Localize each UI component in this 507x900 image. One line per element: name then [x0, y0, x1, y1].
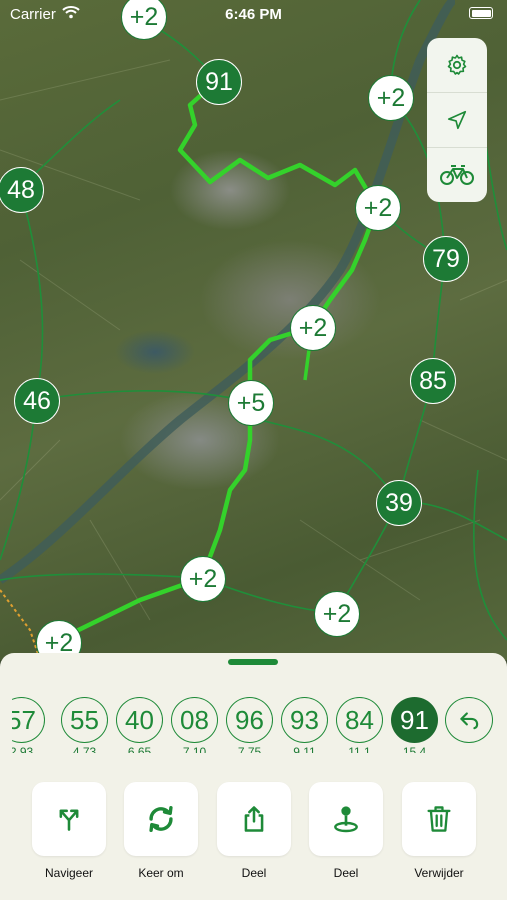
route-node-distance: 11.1 [348, 745, 371, 753]
delete-label: Verwijder [414, 866, 464, 880]
trash-icon [427, 806, 451, 832]
map-node[interactable]: +2 [290, 305, 336, 351]
route-node-distance: 2.93 [12, 745, 34, 753]
bicycle-icon [440, 165, 474, 185]
clock: 6:46 PM [225, 6, 282, 23]
map-node[interactable]: 46 [14, 378, 60, 424]
share-button[interactable] [217, 782, 291, 856]
route-node-chip[interactable]: 08 [171, 697, 218, 743]
route-node-distance: 9.11 [293, 745, 316, 753]
map-node[interactable]: 91 [196, 59, 242, 105]
undo-button[interactable] [445, 697, 493, 743]
reverse-button[interactable] [124, 782, 198, 856]
map-node[interactable]: +2 [368, 75, 414, 121]
route-node-chip[interactable]: 40 [116, 697, 163, 743]
route-node-distance: 7.75 [237, 745, 262, 753]
undo-icon [460, 712, 479, 730]
map-node[interactable]: +2 [180, 556, 226, 602]
map-view[interactable]: +2 91 +2 48 +2 79 +2 46 85 +5 39 +2 +2 +… [0, 0, 507, 660]
map-pin-icon [334, 806, 358, 833]
map-node[interactable]: +2 [314, 591, 360, 637]
delete-button[interactable] [402, 782, 476, 856]
route-node-list[interactable]: 57 2.93 55 4.73 40 6.65 08 7.10 96 7.75 … [12, 697, 507, 753]
navigate-button[interactable] [32, 782, 106, 856]
map-controls [427, 38, 487, 202]
route-node-chip[interactable]: 93 [281, 697, 328, 743]
route-node-chip[interactable]: 96 [226, 697, 273, 743]
map-node[interactable]: +2 [355, 185, 401, 231]
battery-icon [469, 7, 493, 19]
location-arrow-icon [447, 110, 467, 130]
map-node[interactable]: +5 [228, 380, 274, 426]
sheet-grabber[interactable] [228, 659, 278, 665]
split-arrow-icon [59, 809, 79, 831]
map-node[interactable]: 39 [376, 480, 422, 526]
map-node[interactable]: 79 [423, 236, 469, 282]
bike-mode-button[interactable] [427, 148, 487, 202]
route-node-chip[interactable]: 57 [12, 697, 45, 743]
status-bar: Carrier 6:46 PM [0, 0, 507, 30]
route-sheet: 57 2.93 55 4.73 40 6.65 08 7.10 96 7.75 … [0, 653, 507, 900]
locate-button[interactable] [427, 93, 487, 148]
route-node-distance: 7.10 [182, 745, 207, 753]
map-node[interactable]: 48 [0, 167, 44, 213]
share-location-button[interactable] [309, 782, 383, 856]
route-node-chip[interactable]: 55 [61, 697, 108, 743]
map-node[interactable]: 85 [410, 358, 456, 404]
route-node-distance: 4.73 [72, 745, 97, 753]
share-icon [244, 806, 264, 832]
route-node-chip[interactable]: 84 [336, 697, 383, 743]
route-node-distance: 6.65 [127, 745, 152, 753]
route-node-distance: 15.4 [402, 745, 427, 753]
route-node-chip-active[interactable]: 91 [391, 697, 438, 743]
settings-button[interactable] [427, 38, 487, 93]
reverse-icon [149, 805, 173, 833]
gear-icon [447, 54, 467, 75]
